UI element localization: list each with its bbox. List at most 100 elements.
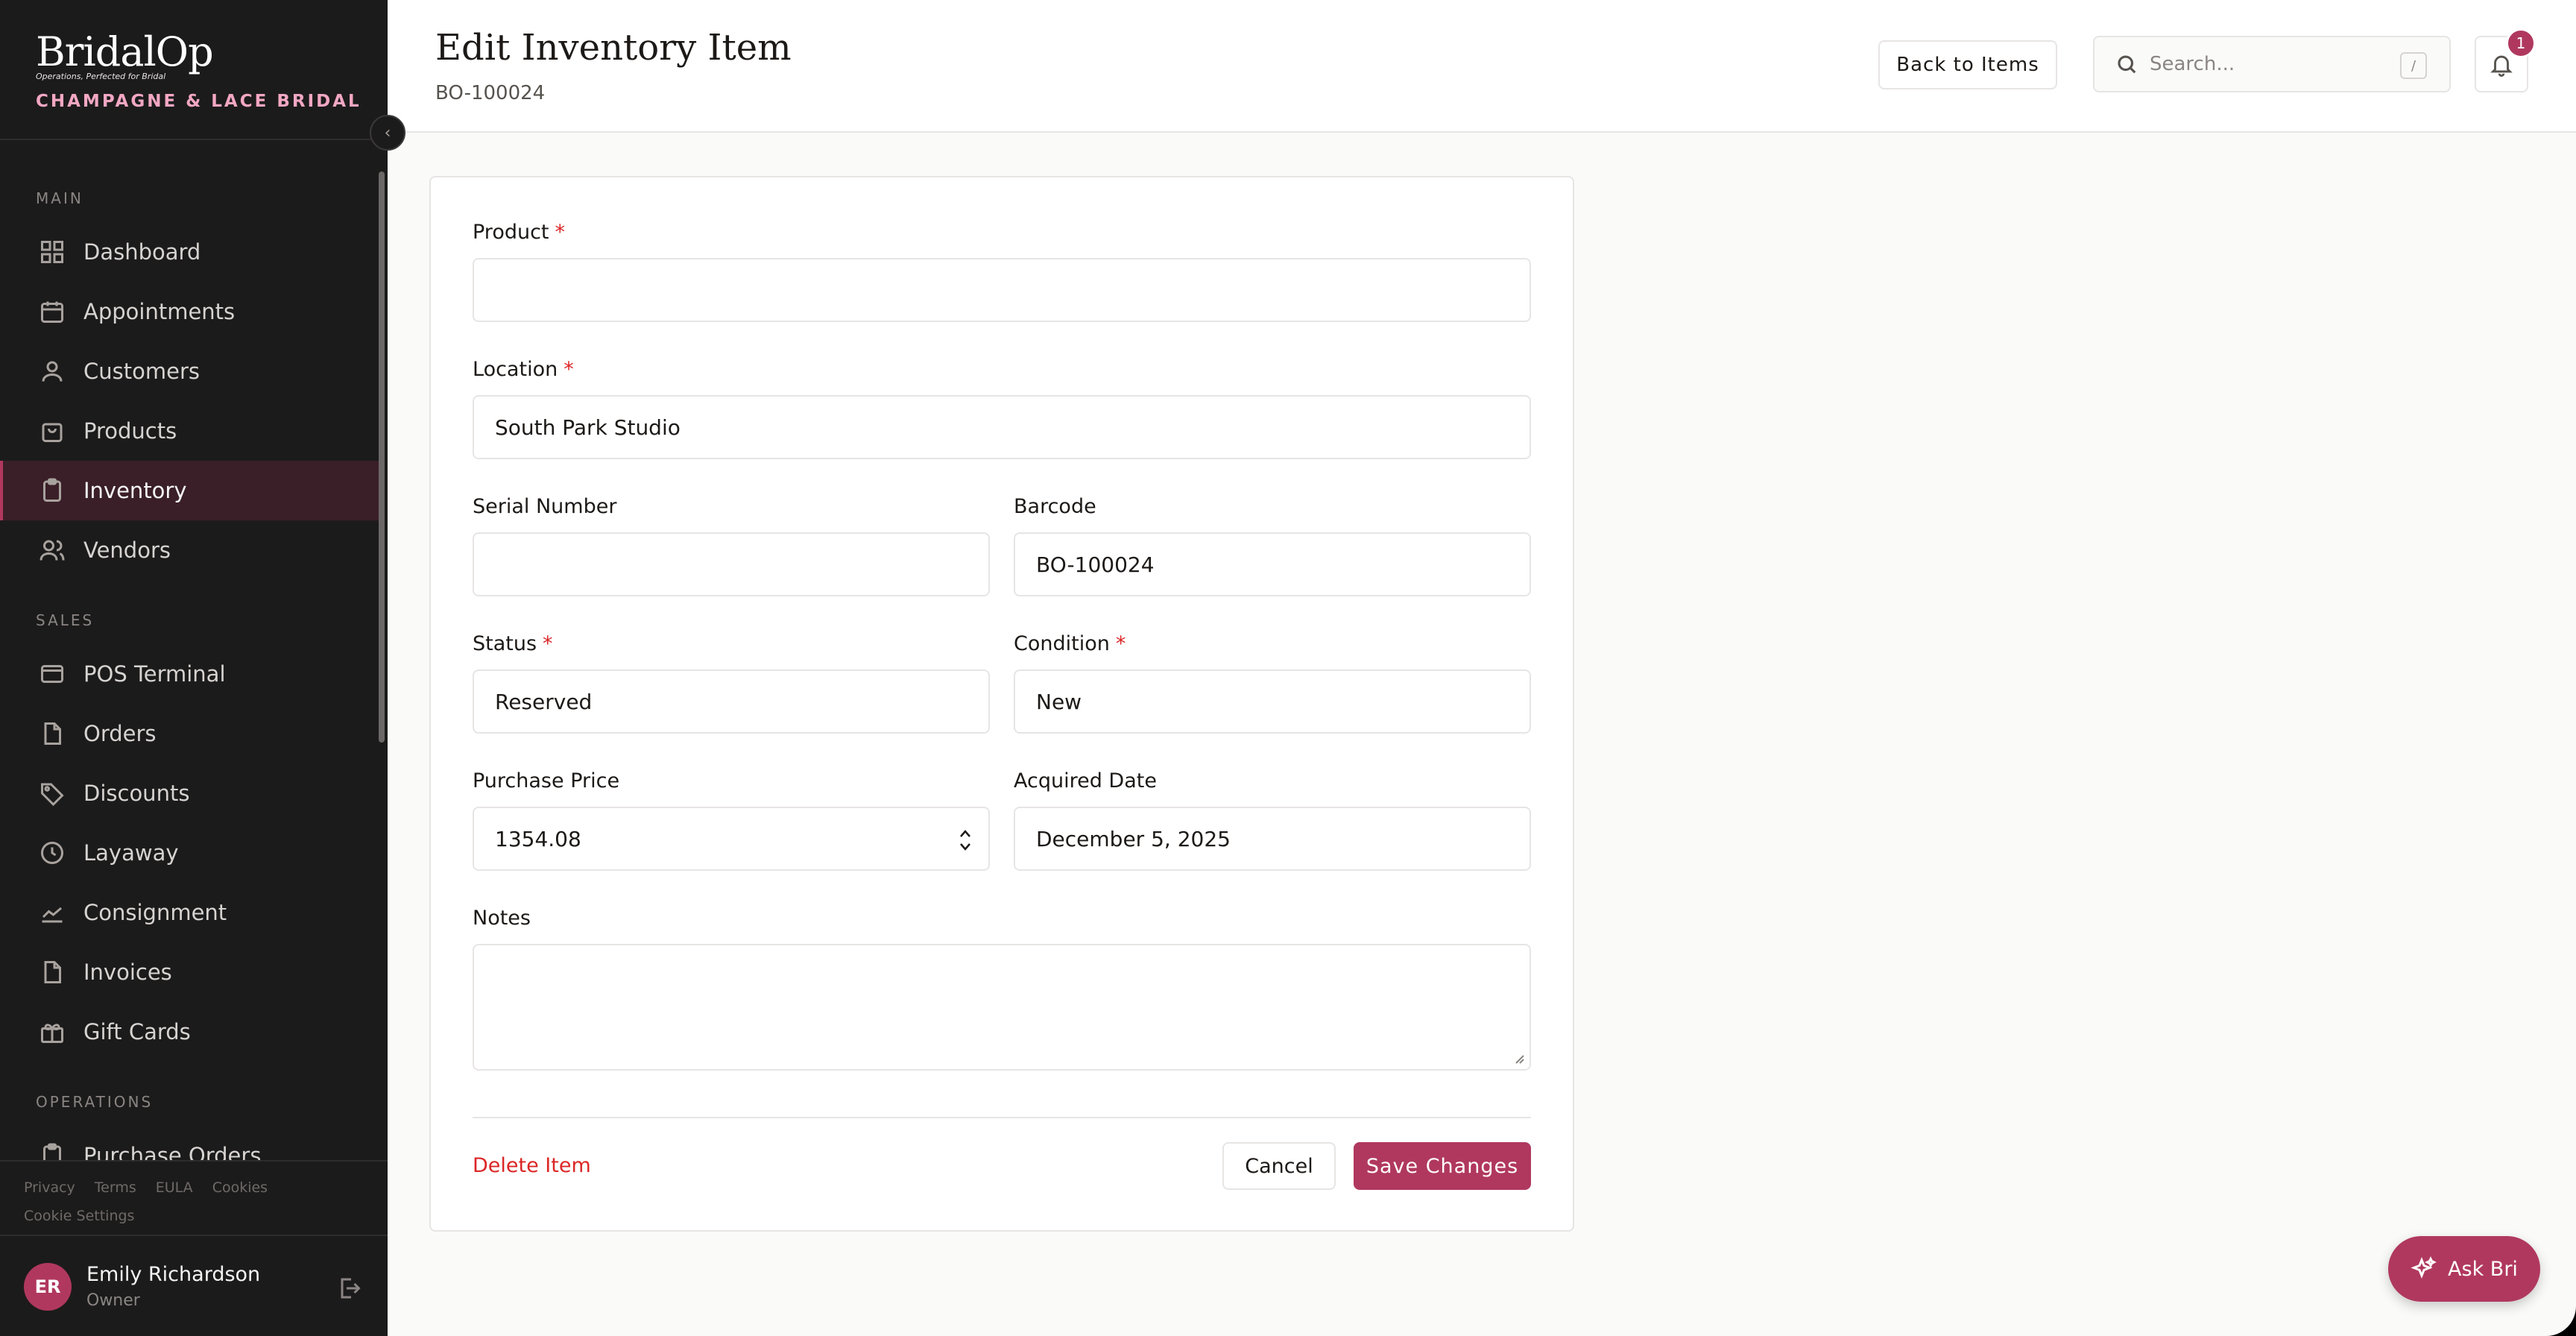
condition-field[interactable]: New bbox=[1014, 669, 1531, 734]
number-stepper[interactable] bbox=[959, 828, 972, 853]
sidebar-item-vendors[interactable]: Vendors bbox=[0, 520, 379, 580]
sidebar-item-pos-terminal[interactable]: POS Terminal bbox=[0, 644, 379, 704]
form-divider bbox=[473, 1117, 1531, 1118]
user-role: Owner bbox=[86, 1291, 140, 1310]
logout-button[interactable] bbox=[335, 1275, 362, 1302]
section-operations: OPERATIONS bbox=[36, 1093, 154, 1111]
sidebar-item-label: Layaway bbox=[83, 840, 179, 866]
sidebar: BridalOp Operations, Perfected for Brida… bbox=[0, 0, 388, 1336]
sidebar-item-label: Vendors bbox=[83, 538, 171, 563]
sidebar-item-products[interactable]: Products bbox=[0, 401, 379, 461]
resize-handle-icon[interactable] bbox=[1513, 1053, 1525, 1065]
clipboard-icon bbox=[43, 478, 61, 502]
sidebar-item-dashboard[interactable]: Dashboard bbox=[0, 222, 379, 282]
search-shortcut-hint: / bbox=[2400, 52, 2427, 79]
sidebar-item-label: Gift Cards bbox=[83, 1019, 191, 1044]
search-icon bbox=[2118, 55, 2136, 74]
logout-icon bbox=[341, 1278, 361, 1299]
store-name: CHAMPAGNE & LACE BRIDAL bbox=[36, 92, 362, 111]
terms-link[interactable]: Terms bbox=[95, 1179, 136, 1196]
sidebar-scrollbar[interactable] bbox=[379, 171, 385, 743]
page-subtitle: BO-100024 bbox=[435, 82, 546, 104]
privacy-link[interactable]: Privacy bbox=[24, 1179, 75, 1196]
purchase-price-label: Purchase Price bbox=[473, 769, 620, 793]
bell-icon bbox=[2490, 55, 2513, 77]
sidebar-item-label: Orders bbox=[83, 721, 157, 746]
location-label-text: Location bbox=[473, 358, 558, 381]
cookie-settings: Cookie Settings bbox=[24, 1208, 134, 1224]
cookie-settings-link[interactable]: Cookie Settings bbox=[24, 1208, 134, 1224]
edit-item-form: Product * Location * South Park Studio Ser… bbox=[429, 176, 1574, 1232]
user-icon bbox=[42, 361, 63, 382]
sidebar-item-label: Dashboard bbox=[83, 239, 201, 265]
grid-icon bbox=[41, 241, 63, 263]
delete-item-button[interactable]: Delete Item bbox=[473, 1154, 591, 1177]
location-field[interactable]: South Park Studio bbox=[473, 395, 1531, 459]
serial-number-field[interactable] bbox=[473, 532, 990, 596]
acquired-date-label: Acquired Date bbox=[1014, 769, 1157, 793]
status-label-text: Status bbox=[473, 632, 537, 655]
product-label: Product * bbox=[473, 221, 565, 244]
user-name: Emily Richardson bbox=[86, 1263, 261, 1286]
sidebar-item-discounts[interactable]: Discounts bbox=[0, 763, 379, 823]
section-sales: SALES bbox=[36, 611, 95, 629]
sidebar-item-appointments[interactable]: Appointments bbox=[0, 282, 379, 341]
collapse-sidebar-button[interactable]: ‹ bbox=[370, 115, 405, 151]
serial-number-label: Serial Number bbox=[473, 495, 617, 518]
required-mark: * bbox=[564, 358, 574, 381]
bag-icon bbox=[42, 423, 63, 442]
page-title: Edit Inventory Item bbox=[435, 27, 792, 69]
app-window: BridalOp Operations, Perfected for Brida… bbox=[0, 0, 2576, 1336]
sidebar-item-layaway[interactable]: Layaway bbox=[0, 823, 379, 883]
stepper-arrows-icon bbox=[960, 830, 970, 851]
sidebar-item-label: Customers bbox=[83, 359, 200, 384]
brand[interactable]: BridalOp Operations, Perfected for Brida… bbox=[36, 30, 362, 112]
search-box: / bbox=[2093, 36, 2451, 92]
clock-icon bbox=[41, 842, 63, 864]
purchase-price-value: 1354.08 bbox=[495, 826, 581, 851]
condition-label-text: Condition bbox=[1014, 632, 1110, 655]
required-mark: * bbox=[543, 632, 553, 655]
sidebar-item-customers[interactable]: Customers bbox=[0, 341, 379, 401]
product-field[interactable] bbox=[473, 258, 1531, 322]
purchase-price-field[interactable]: 1354.08 bbox=[473, 807, 990, 871]
condition-label: Condition * bbox=[1014, 632, 1126, 655]
avatar[interactable]: ER bbox=[24, 1263, 72, 1311]
status-field[interactable]: Reserved bbox=[473, 669, 990, 734]
eula-link[interactable]: EULA bbox=[156, 1179, 193, 1196]
sidebar-item-consignment[interactable]: Consignment bbox=[0, 883, 379, 942]
ask-bri-button[interactable]: Ask Bri bbox=[2388, 1236, 2540, 1302]
product-label-text: Product bbox=[473, 221, 549, 244]
sidebar-item-label: Discounts bbox=[83, 781, 190, 806]
search-input[interactable] bbox=[2150, 53, 2396, 75]
user-divider bbox=[0, 1235, 388, 1236]
terminal-icon bbox=[41, 665, 63, 683]
cookies-link[interactable]: Cookies bbox=[212, 1179, 268, 1196]
sidebar-divider bbox=[0, 139, 388, 140]
sidebar-item-inventory[interactable]: Inventory bbox=[0, 461, 379, 520]
barcode-label: Barcode bbox=[1014, 495, 1096, 518]
gift-icon bbox=[41, 1024, 63, 1043]
sidebar-item-label: Products bbox=[83, 418, 177, 444]
notes-textarea[interactable] bbox=[473, 944, 1531, 1071]
sidebar-item-orders[interactable]: Orders bbox=[0, 704, 379, 763]
notes-label: Notes bbox=[473, 907, 531, 930]
file-icon bbox=[44, 722, 61, 745]
sidebar-item-label: POS Terminal bbox=[83, 661, 226, 687]
barcode-field[interactable]: BO-100024 bbox=[1014, 532, 1531, 596]
ask-bri-label: Ask Bri bbox=[2448, 1257, 2518, 1281]
sidebar-item-invoices[interactable]: Invoices bbox=[0, 942, 379, 1002]
users-icon bbox=[40, 540, 65, 561]
sparkles-icon bbox=[2411, 1256, 2437, 1279]
sidebar-item-gift-cards[interactable]: Gift Cards bbox=[0, 1002, 379, 1062]
save-changes-button[interactable]: Save Changes bbox=[1354, 1142, 1531, 1190]
acquired-date-field[interactable]: December 5, 2025 bbox=[1014, 807, 1531, 871]
cancel-button[interactable]: Cancel bbox=[1222, 1142, 1336, 1190]
notification-badge: 1 bbox=[2506, 28, 2536, 58]
back-to-items-button[interactable]: Back to Items bbox=[1878, 40, 2057, 89]
page-header: Edit Inventory Item BO-100024 Back to It… bbox=[388, 0, 2576, 133]
sidebar-item-label: Consignment bbox=[83, 900, 227, 925]
chevron-left-icon: ‹ bbox=[384, 123, 391, 142]
file-icon bbox=[44, 961, 61, 983]
chart-icon bbox=[42, 907, 63, 923]
